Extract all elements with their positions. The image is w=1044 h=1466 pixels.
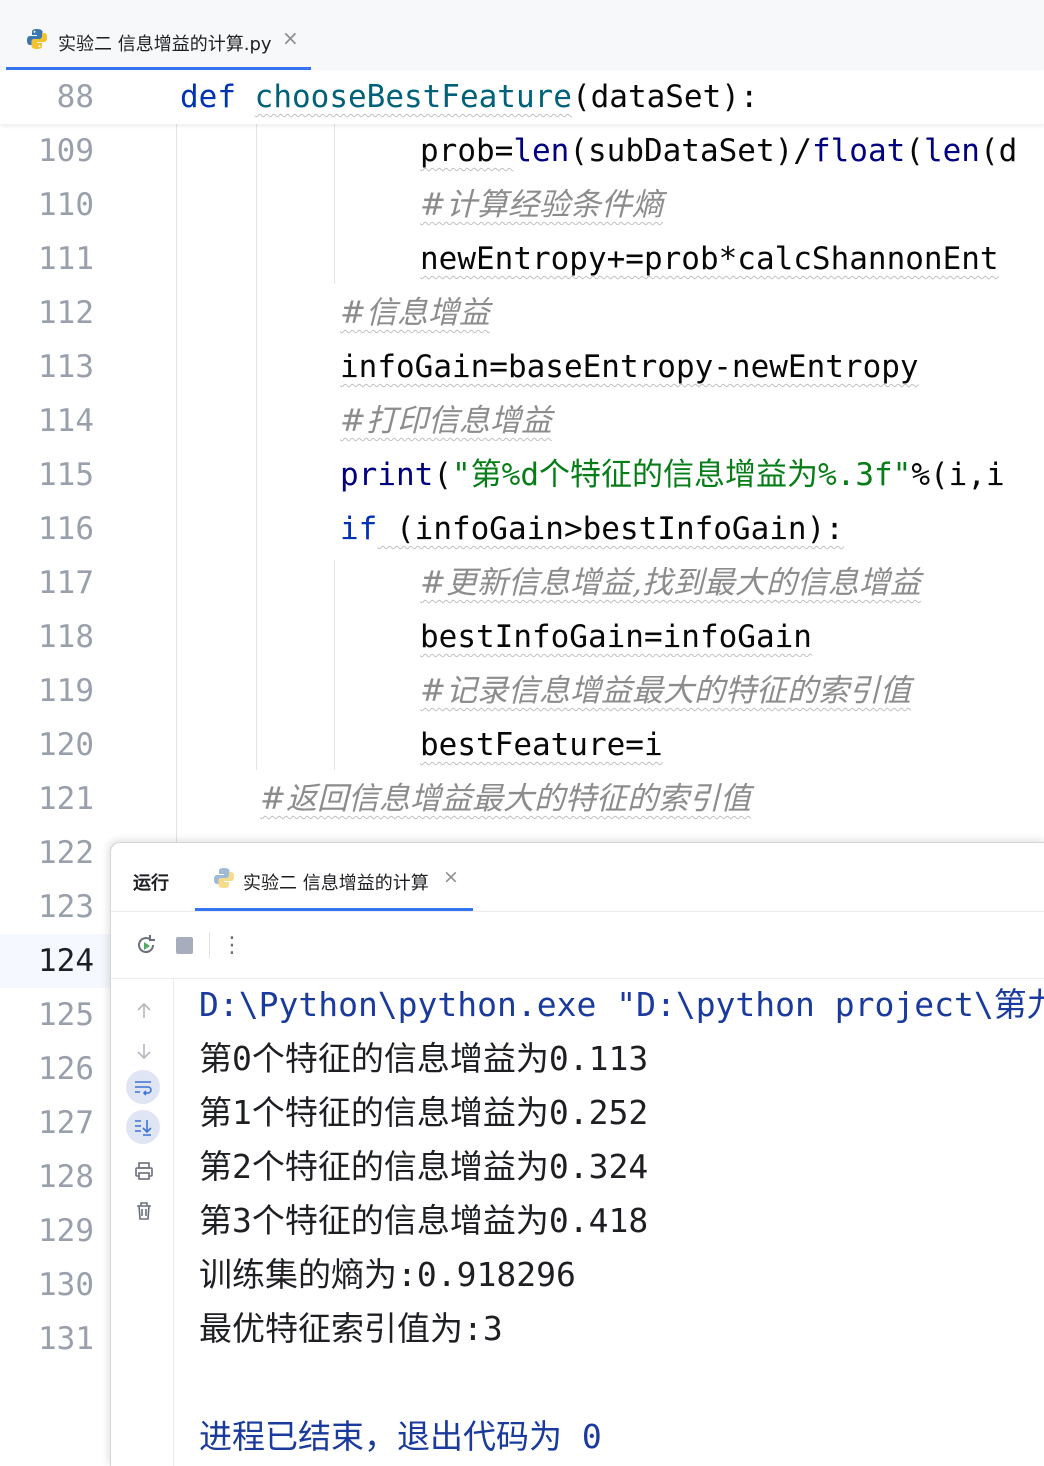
line-number: 115 <box>38 457 94 493</box>
builtin-token: len <box>923 133 980 169</box>
line-number: 114 <box>38 403 94 439</box>
code-line-111[interactable]: newEntropy+=prob*calcShannonEnt <box>420 232 999 286</box>
more-options-icon[interactable]: ⋮ <box>215 928 249 962</box>
line-number: 121 <box>38 781 94 817</box>
code-token: ( <box>433 457 452 493</box>
run-toolbar: ⋮ <box>111 912 1044 979</box>
editor-file-tab[interactable]: 实验二 信息增益的计算.py × <box>6 4 311 70</box>
code-line-118[interactable]: bestInfoGain=infoGain <box>420 610 812 664</box>
line-number: 130 <box>38 1267 94 1303</box>
scroll-to-end-icon[interactable] <box>126 1110 160 1144</box>
file-tab-label: 实验二 信息增益的计算.py <box>58 34 272 55</box>
console-line: 第3个特征的信息增益为0.418 <box>199 1201 649 1240</box>
line-number: 113 <box>38 349 94 385</box>
line-number: 128 <box>38 1159 94 1195</box>
console-line: 第0个特征的信息增益为0.113 <box>199 1039 649 1078</box>
line-number: 109 <box>38 133 94 169</box>
line-number-gutter[interactable]: 109 110 111 112 113 114 115 116 117 118 … <box>0 70 110 1465</box>
code-comment-114[interactable]: #打印信息增益 <box>340 394 552 448</box>
line-number: 129 <box>38 1213 94 1249</box>
close-run-tab-icon[interactable]: × <box>443 866 459 888</box>
trash-icon[interactable] <box>127 1194 161 1228</box>
line-number: 111 <box>38 241 94 277</box>
line-number: 112 <box>38 295 94 331</box>
print-icon[interactable] <box>127 1154 161 1188</box>
code-comment-119[interactable]: #记录信息增益最大的特征的索引值 <box>420 664 911 718</box>
sticky-code-line: def chooseBestFeature(dataSet): <box>180 70 759 124</box>
line-number: 120 <box>38 727 94 763</box>
line-number: 125 <box>38 997 94 1033</box>
console-line: D:\Python\python.exe "D:\python project\… <box>199 985 1044 1024</box>
run-header: 运行 实验二 信息增益的计算 × <box>111 843 1044 912</box>
scroll-down-icon[interactable] <box>127 1034 161 1068</box>
code-token: (subDataSet)/ <box>569 133 812 169</box>
builtin-token: float <box>811 133 906 169</box>
line-number: 131 <box>38 1321 94 1357</box>
code-line-113[interactable]: infoGain=baseEntropy-newEntropy <box>340 340 919 394</box>
code-comment-121[interactable]: #返回信息增益最大的特征的索引值 <box>260 772 751 826</box>
line-number: 119 <box>38 673 94 709</box>
function-params: (dataSet): <box>571 79 759 115</box>
string-token: "第%d个特征的信息增益为%.3f" <box>452 457 912 493</box>
code-comment-117[interactable]: #更新信息增益,找到最大的信息增益 <box>420 556 921 610</box>
builtin-token: print <box>340 457 434 493</box>
python-icon <box>213 867 235 893</box>
line-number: 127 <box>38 1105 94 1141</box>
code-token: prob= <box>420 133 514 169</box>
code-line-116[interactable]: if (infoGain>bestInfoGain): <box>340 502 844 556</box>
console-line: 最优特征索引值为:3 <box>199 1309 503 1348</box>
line-number: 110 <box>38 187 94 223</box>
function-name: chooseBestFeature <box>254 79 572 115</box>
indent-guide <box>334 124 335 284</box>
builtin-token: len <box>513 133 570 169</box>
line-number: 118 <box>38 619 94 655</box>
console-side-toolbar <box>111 978 174 1466</box>
code-token: %(i,i <box>911 457 1005 493</box>
keyword-token: if <box>340 511 378 547</box>
line-number: 126 <box>38 1051 94 1087</box>
rerun-icon[interactable] <box>129 928 163 962</box>
code-line-115[interactable]: print("第%d个特征的信息增益为%.3f"%(i,i <box>340 448 1005 502</box>
code-line-120[interactable]: bestFeature=i <box>420 718 663 772</box>
indent-guide <box>256 124 257 770</box>
run-tool-window: 运行 实验二 信息增益的计算 × ⋮ D:\Python\python.exe … <box>110 842 1044 1466</box>
line-number: 116 <box>38 511 94 547</box>
scroll-up-icon[interactable] <box>127 994 161 1028</box>
console-line: 第1个特征的信息增益为0.252 <box>199 1093 649 1132</box>
run-tab-label: 实验二 信息增益的计算 <box>243 873 429 894</box>
console-line: 第2个特征的信息增益为0.324 <box>199 1147 649 1186</box>
line-number: 122 <box>38 835 94 871</box>
line-number: 88 <box>56 79 94 115</box>
line-number: 117 <box>38 565 94 601</box>
run-config-tab[interactable]: 实验二 信息增益的计算 × <box>195 843 473 911</box>
indent-guide <box>176 124 177 844</box>
line-number: 123 <box>38 889 94 925</box>
sticky-scope-header[interactable]: 88 def chooseBestFeature(dataSet): <box>0 70 1044 124</box>
editor-tab-bar: 实验二 信息增益的计算.py × <box>0 0 1044 71</box>
console-exit-line: 进程已结束，退出代码为 0 <box>199 1417 602 1456</box>
indent-guide <box>334 560 335 770</box>
toolbar-divider <box>209 932 210 958</box>
code-comment-110[interactable]: #计算经验条件熵 <box>420 178 663 232</box>
close-tab-icon[interactable]: × <box>282 26 299 50</box>
soft-wrap-icon[interactable] <box>126 1070 160 1104</box>
run-title: 运行 <box>133 873 169 894</box>
code-token: ( <box>905 133 924 169</box>
python-file-icon <box>26 28 48 54</box>
code-token: (infoGain>bestInfoGain): <box>377 511 844 547</box>
code-token: (d <box>979 133 1018 169</box>
stop-icon[interactable] <box>167 928 201 962</box>
line-number-current: 124 <box>38 943 94 979</box>
console-line: 训练集的熵为:0.918296 <box>199 1255 576 1294</box>
code-comment-112[interactable]: #信息增益 <box>340 286 490 340</box>
code-line-109[interactable]: prob=len(subDataSet)/float(len(d <box>420 124 1017 178</box>
keyword-def: def <box>180 79 236 115</box>
